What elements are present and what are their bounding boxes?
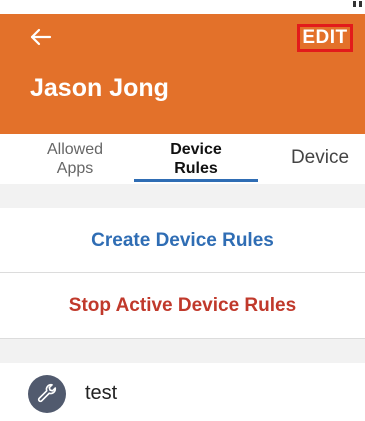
tab-label-line2: Apps (56, 160, 94, 177)
tab-label-line1: Device (170, 141, 222, 158)
tab-device-rules[interactable]: Device Rules (134, 134, 258, 184)
section-spacer (0, 184, 365, 208)
tab-label-line2: Rules (174, 160, 218, 177)
tab-bar: Allowed Apps Device Rules Device (0, 134, 365, 184)
wrench-icon (37, 383, 57, 403)
scroll-hint (351, 0, 365, 12)
device-rules-screen: EDIT Jason Jong Allowed Apps Device Rule… (0, 0, 365, 421)
tab-label-line1: Allowed (46, 141, 104, 158)
rule-name: test (85, 382, 118, 404)
create-device-rules-button[interactable]: Create Device Rules (0, 208, 365, 273)
page-title: Jason Jong (30, 74, 169, 102)
active-tab-indicator (134, 179, 258, 182)
avatar (28, 375, 66, 413)
top-strip (0, 0, 365, 14)
tab-allowed-apps[interactable]: Allowed Apps (20, 134, 130, 184)
app-header: EDIT Jason Jong (0, 14, 365, 134)
tab-label: Device (290, 147, 350, 168)
rule-list-item[interactable]: test (0, 363, 365, 421)
stop-active-device-rules-button[interactable]: Stop Active Device Rules (0, 273, 365, 338)
tab-device[interactable]: Device (270, 134, 365, 184)
edit-button[interactable]: EDIT (297, 24, 353, 52)
section-spacer (0, 339, 365, 363)
arrow-left-icon[interactable] (28, 24, 54, 50)
